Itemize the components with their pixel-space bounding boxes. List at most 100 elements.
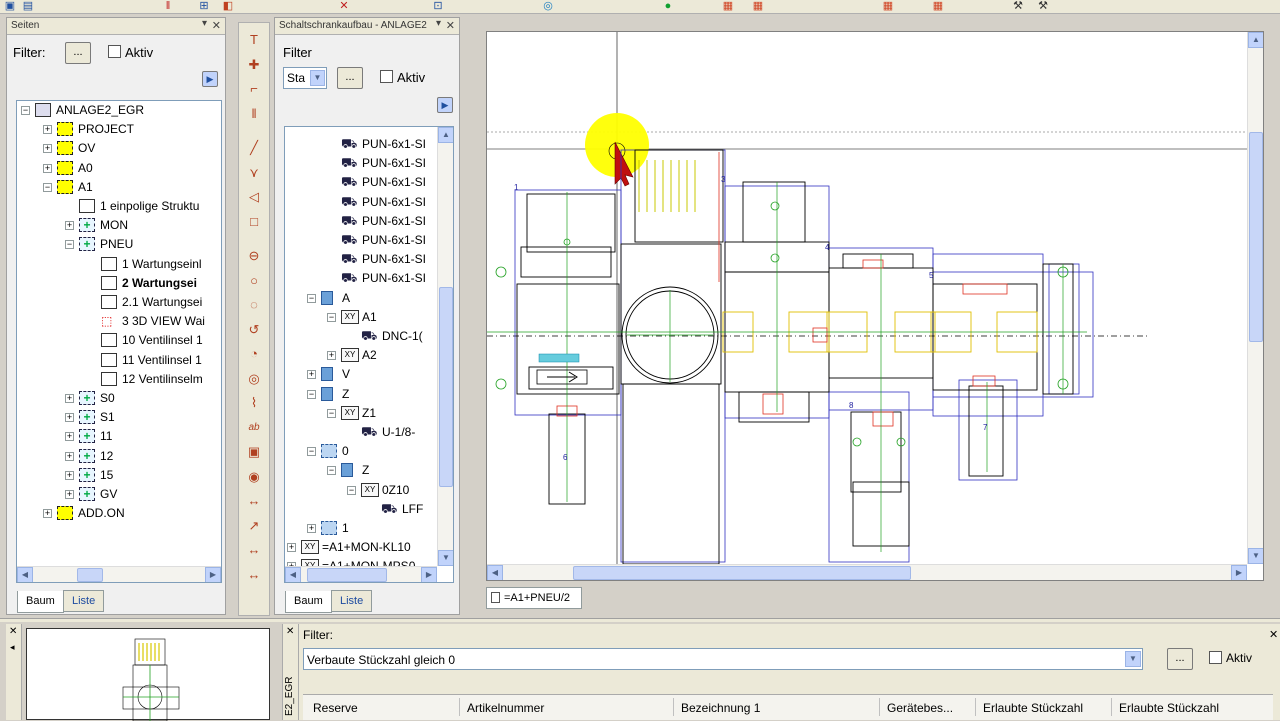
tab-baum[interactable]: Baum	[17, 591, 64, 613]
drawing-canvas[interactable]: 1 3 4 5 6 7 8 ▲ ▼ ◀ ▶	[486, 31, 1264, 581]
globe-tool-icon[interactable]: ◉	[245, 468, 263, 486]
scroll-down-button[interactable]: ▼	[1248, 548, 1263, 564]
scroll-thumb[interactable]	[77, 568, 103, 582]
tree-item[interactable]: − XY A1	[285, 308, 437, 327]
collapse-icon[interactable]: −	[307, 389, 316, 399]
scroll-left-button[interactable]: ◀	[285, 567, 301, 582]
collapse-icon[interactable]: −	[347, 485, 356, 495]
tree-item[interactable]: − XY 0Z10	[285, 481, 437, 500]
tree-item[interactable]: − ANLAGE2_EGR	[17, 101, 221, 120]
vertical-scrollbar[interactable]: ▲ ▼	[1247, 32, 1263, 564]
column-separator[interactable]	[1111, 698, 1112, 716]
column-separator[interactable]	[459, 698, 460, 716]
spline-tool-icon[interactable]: ⌇	[245, 394, 263, 412]
pin-icon[interactable]: ◂	[10, 642, 15, 653]
tab-baum[interactable]: Baum	[285, 591, 332, 613]
tree-item[interactable]: + OV	[17, 139, 221, 158]
toolbar-icon[interactable]: ◧	[220, 0, 236, 12]
pie-tool-icon[interactable]: ◔	[245, 345, 263, 363]
tree-item[interactable]: + + S1	[17, 408, 221, 427]
tree-item[interactable]: + ADD.ON	[17, 504, 221, 523]
toolbar-icon[interactable]: ▦	[750, 0, 766, 12]
tree-item[interactable]: 10 Ventilinsel 1	[17, 331, 221, 350]
tree-item[interactable]: ⛟ DNC-1(	[285, 327, 437, 346]
toolbar-icon[interactable]: ⊡	[430, 0, 446, 12]
pin-icon[interactable]: ▾	[202, 18, 207, 29]
close-icon[interactable]: ✕	[1269, 628, 1278, 641]
corner-tool-icon[interactable]: ⌐	[245, 80, 263, 98]
horizontal-scrollbar[interactable]: ◀ ▶	[17, 566, 221, 582]
tree-item[interactable]: ⬚ 3 3D VIEW Wai	[17, 312, 221, 331]
pin-icon[interactable]: ▾	[436, 18, 441, 29]
expand-icon[interactable]: +	[65, 413, 74, 423]
scroll-thumb[interactable]	[1249, 132, 1263, 342]
toolbar-icon[interactable]: ◎	[540, 0, 556, 12]
scroll-thumb[interactable]	[307, 568, 387, 582]
tree-item[interactable]: + XY =A1+MON-KL10	[285, 538, 437, 557]
tab-liste[interactable]: Liste	[63, 590, 105, 612]
page-tab[interactable]: =A1+PNEU/2	[486, 587, 582, 609]
tree-item[interactable]: 1 Wartungseinl	[17, 255, 221, 274]
tree-item[interactable]: + +11	[17, 427, 221, 446]
toolbar-icon[interactable]: ▦	[930, 0, 946, 12]
chevron-down-icon[interactable]: ▼	[1125, 651, 1141, 667]
rail-tool-icon[interactable]: ‖	[245, 105, 263, 123]
scroll-down-button[interactable]: ▼	[438, 550, 453, 566]
tree-item[interactable]: + +15	[17, 466, 221, 485]
filter-options-button[interactable]: ...	[65, 42, 91, 64]
expand-icon[interactable]: +	[43, 509, 52, 519]
scroll-thumb[interactable]	[439, 287, 453, 487]
close-icon[interactable]: ✕	[212, 19, 221, 32]
ellipse-tool-icon[interactable]: ◎	[245, 370, 263, 388]
tree-item[interactable]: +1	[285, 519, 437, 538]
vertical-scrollbar[interactable]: ▲ ▼	[437, 127, 453, 566]
column-header[interactable]: Erlaubte Stückzahl	[1119, 701, 1219, 715]
tree-item[interactable]: + + S0	[17, 389, 221, 408]
toolbar-icon[interactable]: ▣	[2, 0, 18, 12]
tree-item[interactable]: 2 Wartungsei	[17, 274, 221, 293]
scroll-left-button[interactable]: ◀	[17, 567, 33, 582]
toolbar-icon[interactable]: ⊞	[196, 0, 212, 12]
expand-icon[interactable]: +	[307, 370, 316, 380]
expand-icon[interactable]: +	[65, 470, 74, 480]
collapse-icon[interactable]: −	[307, 293, 316, 303]
scroll-right-button[interactable]: ▶	[1231, 565, 1247, 580]
tree-item[interactable]: ⛟ U-1/8-	[285, 423, 437, 442]
scroll-up-button[interactable]: ▲	[1248, 32, 1263, 48]
filter-select[interactable]: Sta ▼	[283, 67, 327, 89]
image-tool-icon[interactable]: ▣	[245, 443, 263, 461]
expand-icon[interactable]: +	[327, 351, 336, 361]
toolbar-icon[interactable]: ▤	[20, 0, 36, 12]
chevron-down-icon[interactable]: ▼	[310, 70, 325, 86]
tree-item[interactable]: ⛟ PUN-6x1-SI	[285, 212, 437, 231]
collapse-icon[interactable]: −	[43, 182, 52, 192]
tree-item[interactable]: − A	[285, 289, 437, 308]
polygon-tool-icon[interactable]: ◁	[245, 188, 263, 206]
tree-item[interactable]: − Z	[285, 385, 437, 404]
tree-item[interactable]: ⛟ PUN-6x1-SI	[285, 231, 437, 250]
expand-arrow-button[interactable]: ▶	[437, 97, 453, 113]
expand-icon[interactable]: +	[43, 163, 52, 173]
line-tool-icon[interactable]: ╱	[245, 139, 263, 157]
text-tool-icon[interactable]: ab	[245, 419, 263, 437]
polyline-tool-icon[interactable]: ⋎	[245, 164, 263, 182]
column-header[interactable]: Reserve	[313, 701, 358, 715]
dimension-tool-icon[interactable]: ↔	[245, 492, 263, 510]
expand-icon[interactable]: +	[65, 490, 74, 499]
close-icon[interactable]: ✕	[9, 626, 17, 637]
column-separator[interactable]	[975, 698, 976, 716]
tree-item[interactable]: ⛟ PUN-6x1-SI	[285, 173, 437, 192]
tree-item[interactable]: ⛟ PUN-6x1-SI	[285, 193, 437, 212]
dimension-tool-icon[interactable]: ↔	[245, 566, 263, 584]
circle-tool-icon[interactable]: ⊖	[245, 247, 263, 265]
collapse-icon[interactable]: −	[307, 447, 316, 457]
expand-icon[interactable]: +	[65, 221, 74, 231]
expand-icon[interactable]: +	[65, 432, 74, 442]
tree-item[interactable]: ⛟ PUN-6x1-SI	[285, 269, 437, 288]
rectangle-tool-icon[interactable]: □	[245, 213, 263, 231]
toolbar-icon[interactable]: ⚒	[1010, 0, 1026, 12]
column-separator[interactable]	[879, 698, 880, 716]
cross-tool-icon[interactable]: ✚	[245, 56, 263, 74]
expand-icon[interactable]: +	[307, 524, 316, 533]
aktiv-checkbox[interactable]	[108, 45, 121, 58]
